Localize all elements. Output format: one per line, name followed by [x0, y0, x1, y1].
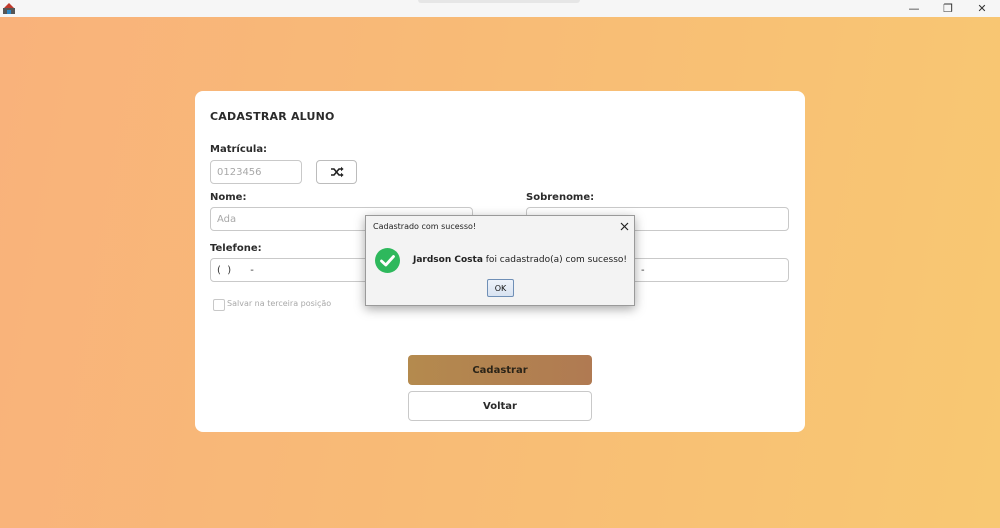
window-close-button[interactable]: ✕	[966, 0, 998, 17]
dialog-message: Jardson Costa foi cadastrado(a) com suce…	[413, 255, 627, 265]
third-position-label: Salvar na terceira posição	[227, 299, 332, 308]
dialog-title: Cadastrado com sucesso!	[373, 222, 477, 231]
shuffle-button[interactable]	[316, 160, 357, 184]
cadastrar-button[interactable]: Cadastrar	[408, 355, 592, 385]
page-title: CADASTRAR ALUNO	[210, 110, 335, 123]
top-tab-indicator	[418, 0, 580, 3]
success-check-icon	[375, 248, 400, 273]
success-dialog: Cadastrado com sucesso! Jardson Costa fo…	[365, 215, 635, 306]
matricula-label: Matrícula:	[210, 144, 268, 155]
sobrenome-label: Sobrenome:	[526, 192, 595, 203]
matricula-input[interactable]: 0123456	[210, 160, 302, 184]
shuffle-icon	[330, 166, 344, 178]
dialog-close-button[interactable]	[617, 219, 631, 233]
title-bar: — ❐ ✕	[0, 0, 1000, 17]
close-icon	[620, 222, 628, 230]
voltar-button[interactable]: Voltar	[408, 391, 592, 421]
app-icon	[3, 3, 15, 14]
ok-button[interactable]: OK	[487, 279, 514, 297]
dialog-message-text: foi cadastrado(a) com sucesso!	[482, 255, 627, 265]
telefone-label: Telefone:	[210, 243, 262, 254]
minimize-button[interactable]: —	[898, 0, 930, 17]
student-name: Jardson Costa	[413, 255, 483, 265]
third-position-checkbox[interactable]	[213, 299, 225, 311]
nome-label: Nome:	[210, 192, 247, 203]
maximize-button[interactable]: ❐	[932, 0, 964, 17]
